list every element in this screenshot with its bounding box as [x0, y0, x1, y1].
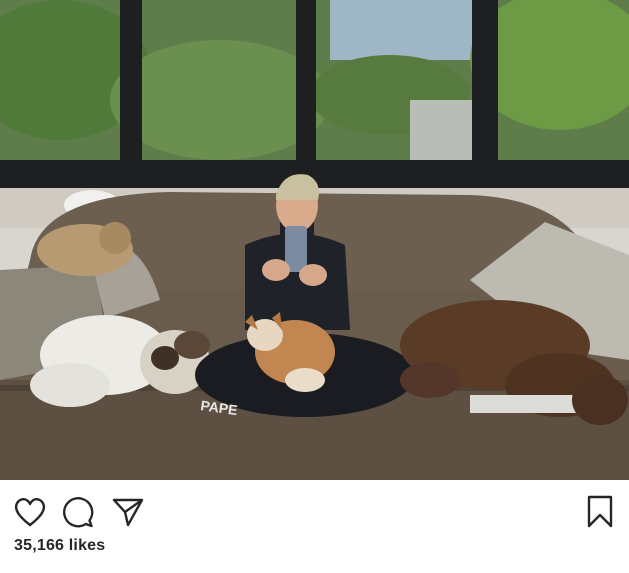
- instagram-post: PAPE 35,166 likes: [0, 0, 629, 573]
- comment-button[interactable]: [58, 492, 98, 532]
- like-button[interactable]: [10, 492, 50, 532]
- bookmark-outline-icon: [587, 495, 613, 528]
- post-photo-illustration: PAPE: [0, 0, 629, 480]
- post-photo[interactable]: PAPE: [0, 0, 629, 480]
- paper-plane-icon: [112, 498, 144, 527]
- post-action-bar: [0, 484, 629, 540]
- save-button[interactable]: [580, 492, 620, 532]
- post-caption: [14, 566, 19, 573]
- comment-bubble-icon: [63, 497, 94, 528]
- share-button[interactable]: [108, 492, 148, 532]
- heart-outline-icon: [14, 498, 46, 527]
- likes-count[interactable]: 35,166 likes: [14, 537, 105, 555]
